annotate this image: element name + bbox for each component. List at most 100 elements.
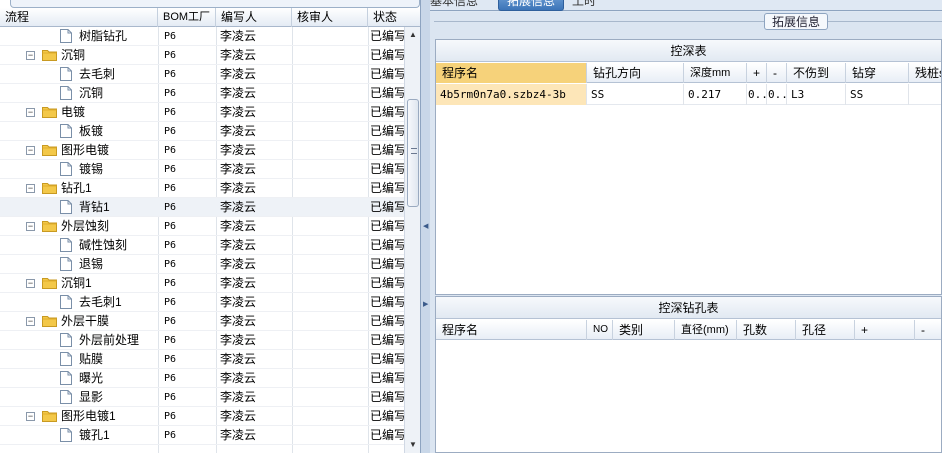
depth-col-minus[interactable]: - (767, 63, 787, 83)
column-header-bom[interactable]: BOM工厂 (158, 8, 216, 27)
tree-row[interactable]: 去毛刺1 P6 李凌云 已编写 (0, 293, 404, 312)
column-header-status[interactable]: 状态 (368, 8, 420, 27)
tree-row[interactable]: 退锡 P6 李凌云 已编写 (0, 255, 404, 274)
tree-row[interactable]: − 图形电镀 P6 李凌云 已编写 (0, 141, 404, 160)
writer-cell: 李凌云 (220, 276, 257, 290)
tree-item-label: 退锡 (79, 257, 104, 271)
column-header-writer[interactable]: 编写人 (216, 8, 292, 27)
tree-row[interactable]: − 沉铜 P6 李凌云 已编写 (0, 46, 404, 65)
tree-item-label: 贴膜 (79, 352, 104, 366)
cell-plus[interactable]: 0.. (747, 84, 767, 105)
writer-cell: 李凌云 (220, 390, 257, 404)
depth-table: 控深表 程序名 钻孔方向 深度mm + - 不伤到 钻穿 残桩s 4b5rm0n… (435, 39, 942, 295)
cell-depth[interactable]: 0.217 (684, 84, 747, 105)
column-header-process[interactable]: 流程 (0, 8, 158, 27)
writer-cell: 李凌云 (220, 352, 257, 366)
tree-item-label: 外层蚀刻 (61, 219, 110, 233)
collapse-toggle-icon[interactable]: − (26, 317, 35, 326)
cell-drill-through[interactable]: SS (846, 84, 909, 105)
status-cell: 已编写 (370, 162, 404, 176)
collapse-toggle-icon[interactable]: − (26, 108, 35, 117)
toolbar-strip (10, 0, 420, 8)
collapse-toggle-icon[interactable]: − (26, 279, 35, 288)
depth-col-drill-through[interactable]: 钻穿 (846, 63, 909, 83)
tab-basic-info[interactable]: 基本信息 (422, 0, 486, 11)
depth-col-depth[interactable]: 深度mm (684, 63, 747, 83)
hole-table-header: 程序名 NO 类别 直径(mm) 孔数 孔径 + - (436, 320, 941, 340)
hole-col-category[interactable]: 类别 (613, 320, 675, 340)
hole-col-minus[interactable]: - (915, 320, 941, 340)
depth-col-program[interactable]: 程序名 (436, 63, 587, 83)
tree-row[interactable]: 镀孔1 P6 李凌云 已编写 (0, 426, 404, 445)
collapse-toggle-icon[interactable]: − (26, 412, 35, 421)
hole-col-count[interactable]: 孔数 (737, 320, 796, 340)
cell-program[interactable]: 4b5rm0n7a0.szbz4-3b (436, 84, 587, 105)
depth-col-no-damage[interactable]: 不伤到 (787, 63, 846, 83)
depth-col-stub[interactable]: 残桩s (909, 63, 941, 83)
tree-rows: 树脂钻孔 P6 李凌云 已编写 − 沉铜 P6 李凌云 已编写 去毛刺 P6 李凌云 已编写 沉铜 P6 李凌… (0, 27, 404, 445)
tree-row[interactable]: 镀锡 P6 李凌云 已编写 (0, 160, 404, 179)
collapse-toggle-icon[interactable]: − (26, 184, 35, 193)
depth-col-direction[interactable]: 钻孔方向 (587, 63, 684, 83)
tree-row[interactable]: 沉铜 P6 李凌云 已编写 (0, 84, 404, 103)
cell-direction[interactable]: SS (587, 84, 684, 105)
bom-factory-cell: P6 (164, 411, 177, 422)
collapse-left-arrow-icon[interactable]: ◀ (423, 222, 428, 230)
status-cell: 已编写 (370, 257, 404, 271)
hole-table-title: 控深钻孔表 (436, 297, 941, 319)
depth-col-plus[interactable]: + (747, 63, 767, 83)
cell-no-damage[interactable]: L3 (787, 84, 846, 105)
bom-factory-cell: P6 (164, 31, 177, 42)
hole-col-diameter[interactable]: 直径(mm) (675, 320, 737, 340)
writer-cell: 李凌云 (220, 29, 257, 43)
tree-row[interactable]: − 电镀 P6 李凌云 已编写 (0, 103, 404, 122)
status-cell: 已编写 (370, 181, 404, 195)
bom-factory-cell: P6 (164, 145, 177, 156)
scrollbar-thumb[interactable] (407, 99, 419, 207)
vertical-scrollbar[interactable]: ▲ ▼ (404, 27, 420, 453)
tab-extended-info[interactable]: 拓展信息 (498, 0, 565, 11)
status-cell: 已编写 (370, 352, 404, 366)
status-cell: 已编写 (370, 428, 404, 442)
tree-row[interactable]: 背钻1 P6 李凌云 已编写 (0, 198, 404, 217)
tree-row[interactable]: 碱性蚀刻 P6 李凌云 已编写 (0, 236, 404, 255)
tree-row[interactable]: 去毛刺 P6 李凌云 已编写 (0, 65, 404, 84)
tree-item-label: 去毛刺1 (79, 295, 122, 309)
tree-row[interactable]: − 图形电镀1 P6 李凌云 已编写 (0, 407, 404, 426)
tree-row[interactable]: − 外层干膜 P6 李凌云 已编写 (0, 312, 404, 331)
tab-work-hours[interactable]: 工时 (564, 0, 604, 11)
tree-row[interactable]: − 钻孔1 P6 李凌云 已编写 (0, 179, 404, 198)
writer-cell: 李凌云 (220, 409, 257, 423)
collapse-toggle-icon[interactable]: − (26, 222, 35, 231)
tree-row[interactable]: − 外层蚀刻 P6 李凌云 已编写 (0, 217, 404, 236)
cell-stub[interactable] (909, 84, 941, 105)
collapse-right-arrow-icon[interactable]: ▶ (423, 300, 428, 308)
column-header-reviewer[interactable]: 核审人 (292, 8, 368, 27)
tree-row[interactable]: 显影 P6 李凌云 已编写 (0, 388, 404, 407)
hole-col-hole-size[interactable]: 孔径 (796, 320, 855, 340)
tree-row[interactable]: 树脂钻孔 P6 李凌云 已编写 (0, 27, 404, 46)
hole-col-no[interactable]: NO (587, 320, 613, 340)
scroll-up-arrow-icon[interactable]: ▲ (405, 27, 420, 43)
tree-item-label: 沉铜1 (61, 276, 92, 290)
tree-row[interactable]: 曝光 P6 李凌云 已编写 (0, 369, 404, 388)
tree-item-label: 外层干膜 (61, 314, 110, 328)
table-row[interactable]: 4b5rm0n7a0.szbz4-3b SS 0.217 0.. 0.. L3 … (436, 84, 941, 105)
scroll-down-arrow-icon[interactable]: ▼ (405, 437, 420, 453)
collapse-toggle-icon[interactable]: − (26, 51, 35, 60)
hole-col-plus[interactable]: + (855, 320, 915, 340)
bom-factory-cell: P6 (164, 50, 177, 61)
tree-row[interactable]: 板镀 P6 李凌云 已编写 (0, 122, 404, 141)
tree-row[interactable]: 贴膜 P6 李凌云 已编写 (0, 350, 404, 369)
bom-factory-cell: P6 (164, 240, 177, 251)
collapse-toggle-icon[interactable]: − (26, 146, 35, 155)
tree-row[interactable]: − 沉铜1 P6 李凌云 已编写 (0, 274, 404, 293)
tree-row[interactable]: 外层前处理 P6 李凌云 已编写 (0, 331, 404, 350)
bom-factory-cell: P6 (164, 335, 177, 346)
pane-splitter[interactable]: ◀ ▶ (421, 0, 430, 453)
tree-item-label: 碱性蚀刻 (79, 238, 128, 252)
status-cell: 已编写 (370, 86, 404, 100)
hole-col-program[interactable]: 程序名 (436, 320, 587, 340)
tree-item-label: 背钻1 (79, 200, 110, 214)
cell-minus[interactable]: 0.. (767, 84, 787, 105)
